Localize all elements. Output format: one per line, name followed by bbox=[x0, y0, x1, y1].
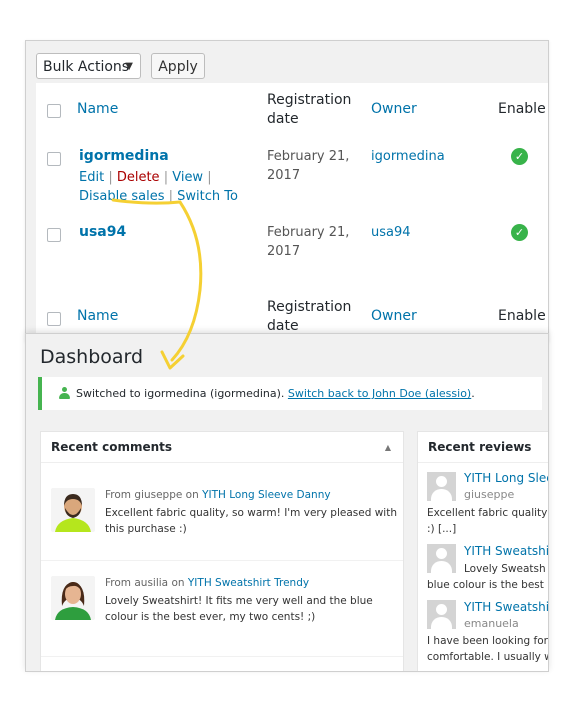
comment-product-link[interactable]: YITH Long Sleeve Danny bbox=[202, 489, 330, 501]
triangle-up-icon[interactable]: ▲ bbox=[385, 432, 391, 463]
disable-sales-link[interactable]: Disable sales bbox=[79, 189, 164, 204]
column-owner-sort-link[interactable]: Owner bbox=[371, 101, 417, 117]
comment-author: ausilia bbox=[134, 577, 169, 589]
comment-item: From ausilia on YITH Sweatshirt Trendy L… bbox=[41, 560, 403, 657]
column-owner-sort-link[interactable]: Owner bbox=[371, 308, 417, 324]
review-text-line: :) [...] bbox=[427, 523, 457, 535]
switch-notice: Switched to igormedina (igormedina). Swi… bbox=[38, 377, 542, 410]
select-all-checkbox[interactable] bbox=[47, 104, 61, 118]
avatar bbox=[51, 488, 95, 532]
comment-on-label: on bbox=[171, 577, 185, 589]
owner-link[interactable]: usa94 bbox=[371, 225, 411, 240]
review-user: giuseppe bbox=[464, 488, 515, 501]
review-text-line: Lovely Sweatsh bbox=[464, 563, 546, 575]
comment-from-label: From bbox=[105, 489, 132, 501]
recent-comments-title: Recent comments bbox=[51, 440, 173, 454]
users-list-panel: Bulk Actions ▼ Apply Name Registration d… bbox=[25, 40, 549, 342]
review-text-line: I have been looking for bbox=[427, 635, 548, 647]
check-icon: ✓ bbox=[511, 224, 528, 241]
table-header-row: Name Registration date Owner Enable bbox=[36, 83, 548, 139]
avatar bbox=[427, 472, 456, 501]
apply-button[interactable]: Apply bbox=[151, 53, 205, 79]
comment-meta: From ausilia on YITH Sweatshirt Trendy bbox=[105, 577, 309, 589]
recent-comments-header[interactable]: Recent comments ▲ bbox=[41, 432, 403, 463]
review-text-line: blue colour is the best bbox=[427, 579, 544, 591]
row-checkbox[interactable] bbox=[47, 228, 61, 242]
column-name-sort-link[interactable]: Name bbox=[77, 101, 118, 117]
notice-prefix: Switched to igormedina (igormedina). bbox=[76, 387, 285, 400]
column-enabled-header: Enable bbox=[498, 101, 546, 117]
user-icon bbox=[59, 387, 70, 399]
column-enabled-header: Enable bbox=[498, 308, 546, 324]
caret-down-icon: ▼ bbox=[125, 61, 133, 72]
avatar bbox=[427, 544, 456, 573]
comment-from-label: From bbox=[105, 577, 132, 589]
username-link[interactable]: usa94 bbox=[79, 224, 126, 240]
column-registration-date-header: Registration date bbox=[267, 299, 352, 334]
table-row: usa94 February 21, 2017 usa94 ✓ bbox=[36, 214, 548, 291]
review-user: emanuela bbox=[464, 617, 519, 630]
check-icon: ✓ bbox=[511, 148, 528, 165]
review-product-link[interactable]: YITH Sweatshi bbox=[464, 544, 548, 558]
comment-meta: From giuseppe on YITH Long Sleeve Danny bbox=[105, 489, 331, 501]
username-link[interactable]: igormedina bbox=[79, 148, 169, 164]
recent-reviews-widget: Recent reviews YITH Long Slee giuseppe E… bbox=[417, 431, 549, 671]
notice-text: Switched to igormedina (igormedina). Swi… bbox=[76, 377, 475, 410]
comment-item: From giuseppe on YITH Long Sleeve Danny … bbox=[41, 472, 403, 561]
registration-date: February 21, 2017 bbox=[267, 225, 350, 259]
row-checkbox[interactable] bbox=[47, 152, 61, 166]
comment-on-label: on bbox=[185, 489, 199, 501]
avatar bbox=[427, 600, 456, 629]
recent-comments-widget: Recent comments ▲ From giuseppe on YITH … bbox=[40, 431, 404, 671]
select-all-checkbox[interactable] bbox=[47, 312, 61, 326]
avatar bbox=[51, 576, 95, 620]
review-text-line: Excellent fabric quality bbox=[427, 507, 548, 519]
column-name-sort-link[interactable]: Name bbox=[77, 308, 118, 324]
review-product-link[interactable]: YITH Long Slee bbox=[464, 471, 548, 485]
row-actions: Edit | Delete | View | Disable sales | S… bbox=[79, 170, 238, 204]
switch-back-link[interactable]: Switch back to John Doe (alessio) bbox=[288, 387, 471, 400]
page-title: Dashboard bbox=[40, 346, 144, 368]
recent-reviews-title: Recent reviews bbox=[428, 440, 532, 454]
switch-to-link[interactable]: Switch To bbox=[177, 189, 238, 204]
comment-product-link[interactable]: YITH Sweatshirt Trendy bbox=[188, 577, 309, 589]
table-row: igormedina Edit | Delete | View | Disabl… bbox=[36, 138, 548, 215]
edit-link[interactable]: Edit bbox=[79, 170, 104, 185]
bulk-actions-select[interactable]: Bulk Actions ▼ bbox=[36, 53, 141, 79]
bulk-actions-selected: Bulk Actions bbox=[43, 59, 130, 75]
delete-link[interactable]: Delete bbox=[117, 170, 160, 185]
notice-suffix: . bbox=[471, 387, 475, 400]
column-registration-date-header: Registration date bbox=[267, 92, 352, 127]
review-product-link[interactable]: YITH Sweatshi bbox=[464, 600, 548, 614]
comment-text: Lovely Sweatshirt! It fits me very well … bbox=[105, 595, 373, 623]
registration-date: February 21, 2017 bbox=[267, 149, 350, 183]
owner-link[interactable]: igormedina bbox=[371, 149, 445, 164]
view-link[interactable]: View bbox=[172, 170, 203, 185]
dashboard-panel: Dashboard Switched to igormedina (igorme… bbox=[25, 333, 549, 672]
review-text-line: comfortable. I usually w bbox=[427, 651, 549, 663]
recent-reviews-header[interactable]: Recent reviews bbox=[418, 432, 548, 463]
comment-author: giuseppe bbox=[134, 489, 183, 501]
comment-text: Excellent fabric quality, so warm! I'm v… bbox=[105, 507, 397, 535]
